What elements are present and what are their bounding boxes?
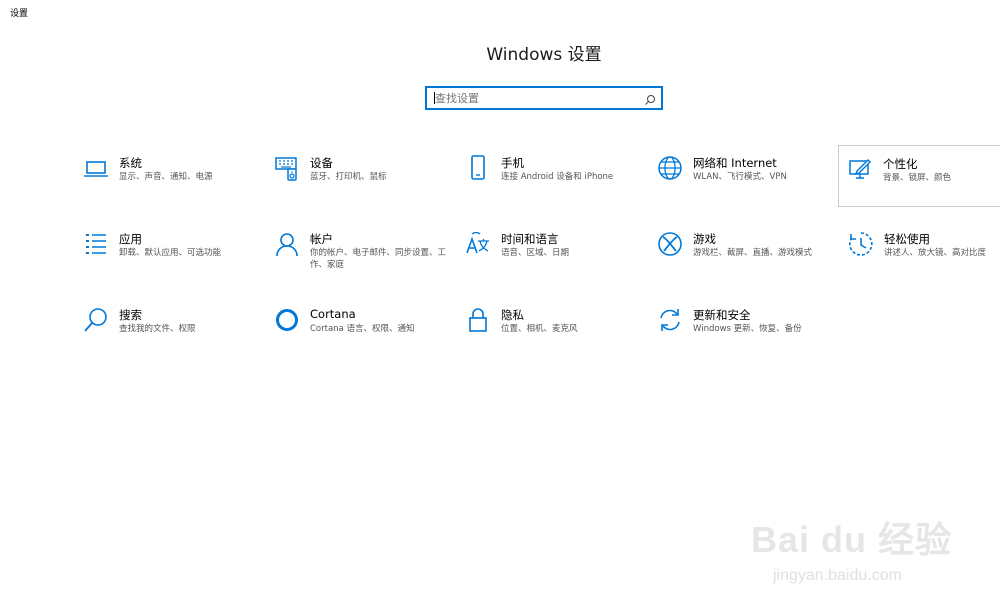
tile-title: 设备 [310, 156, 333, 170]
tile-time-language[interactable]: 时间和语言 语音、区域、日期 [457, 221, 642, 277]
watermark-url: jingyan.baidu.com [772, 567, 902, 584]
lock-icon [465, 307, 491, 333]
search-icon[interactable] [644, 91, 656, 105]
tile-accounts[interactable]: 帐户 你的帐户、电子邮件、同步设置、工作、家庭 [266, 221, 451, 277]
xbox-icon [657, 231, 683, 257]
devices-icon [274, 155, 300, 181]
tile-desc: 语音、区域、日期 [501, 248, 570, 258]
update-icon [657, 307, 683, 333]
phone-icon [465, 155, 491, 181]
tile-privacy[interactable]: 隐私 位置、相机、麦克风 [457, 297, 642, 353]
tile-phone[interactable]: 手机 连接 Android 设备和 iPhone [457, 145, 642, 201]
tile-personalization[interactable]: 个性化 背景、锁屏、颜色 [838, 145, 1000, 207]
tile-apps[interactable]: 应用 卸载、默认应用、可选功能 [75, 221, 260, 277]
cortana-icon [274, 307, 300, 333]
baidu-watermark: Bai du 经验 jingyan.baidu.com [750, 511, 952, 584]
tile-title: Cortana [310, 307, 356, 321]
tile-network[interactable]: 网络和 Internet WLAN、飞行模式、VPN [649, 145, 834, 201]
tile-title: 时间和语言 [501, 232, 559, 246]
tile-title: 网络和 Internet [693, 156, 777, 170]
search-box[interactable] [425, 86, 663, 110]
tile-desc: 蓝牙、打印机、鼠标 [310, 172, 387, 182]
tile-title: 应用 [119, 232, 142, 246]
window-title: 设置 [10, 9, 29, 19]
tile-desc: 查找我的文件、权限 [119, 324, 196, 334]
page-title: Windows 设置 [486, 45, 602, 65]
tile-desc: 位置、相机、麦克风 [501, 324, 578, 334]
tile-title: 游戏 [693, 232, 716, 246]
watermark-brand: Bai du 经验 [750, 519, 952, 560]
globe-icon [657, 155, 683, 181]
tile-desc: 显示、声音、通知、电源 [119, 172, 213, 182]
tile-desc: 你的帐户、电子邮件、同步设置、工作、家庭 [310, 248, 447, 270]
tile-gaming[interactable]: 游戏 游戏栏、截屏、直播、游戏模式 [649, 221, 834, 277]
tile-title: 帐户 [310, 232, 333, 246]
tile-cortana[interactable]: Cortana Cortana 语言、权限、通知 [266, 297, 451, 353]
tile-title: 系统 [119, 156, 142, 170]
personalization-icon [847, 156, 873, 182]
tile-desc: WLAN、飞行模式、VPN [693, 172, 787, 182]
search-icon [83, 307, 109, 333]
tile-desc: 连接 Android 设备和 iPhone [501, 172, 614, 182]
tile-ease-of-access[interactable]: 轻松使用 讲述人、放大镜、高对比度 [840, 221, 1000, 277]
tile-search[interactable]: 搜索 查找我的文件、权限 [75, 297, 260, 353]
laptop-icon [83, 155, 109, 181]
apps-list-icon [83, 231, 109, 257]
tile-update-security[interactable]: 更新和安全 Windows 更新、恢复、备份 [649, 297, 834, 353]
tile-title: 搜索 [119, 308, 142, 322]
tile-desc: 卸载、默认应用、可选功能 [119, 248, 222, 258]
search-input[interactable] [435, 91, 635, 105]
ease-of-access-icon [848, 231, 874, 257]
tile-desc: 游戏栏、截屏、直播、游戏模式 [693, 248, 813, 258]
tile-title: 个性化 [883, 157, 918, 171]
person-icon [274, 231, 300, 257]
tile-title: 更新和安全 [693, 308, 751, 322]
tile-title: 轻松使用 [884, 232, 930, 246]
tile-desc: 讲述人、放大镜、高对比度 [884, 248, 987, 258]
tile-system[interactable]: 系统 显示、声音、通知、电源 [75, 145, 260, 201]
tile-title: 隐私 [501, 308, 524, 322]
tile-desc: Windows 更新、恢复、备份 [693, 324, 802, 334]
tile-desc: Cortana 语言、权限、通知 [310, 324, 415, 334]
tile-title: 手机 [501, 156, 524, 170]
tile-desc: 背景、锁屏、颜色 [883, 173, 952, 183]
time-language-icon [465, 231, 491, 257]
tile-devices[interactable]: 设备 蓝牙、打印机、鼠标 [266, 145, 451, 201]
